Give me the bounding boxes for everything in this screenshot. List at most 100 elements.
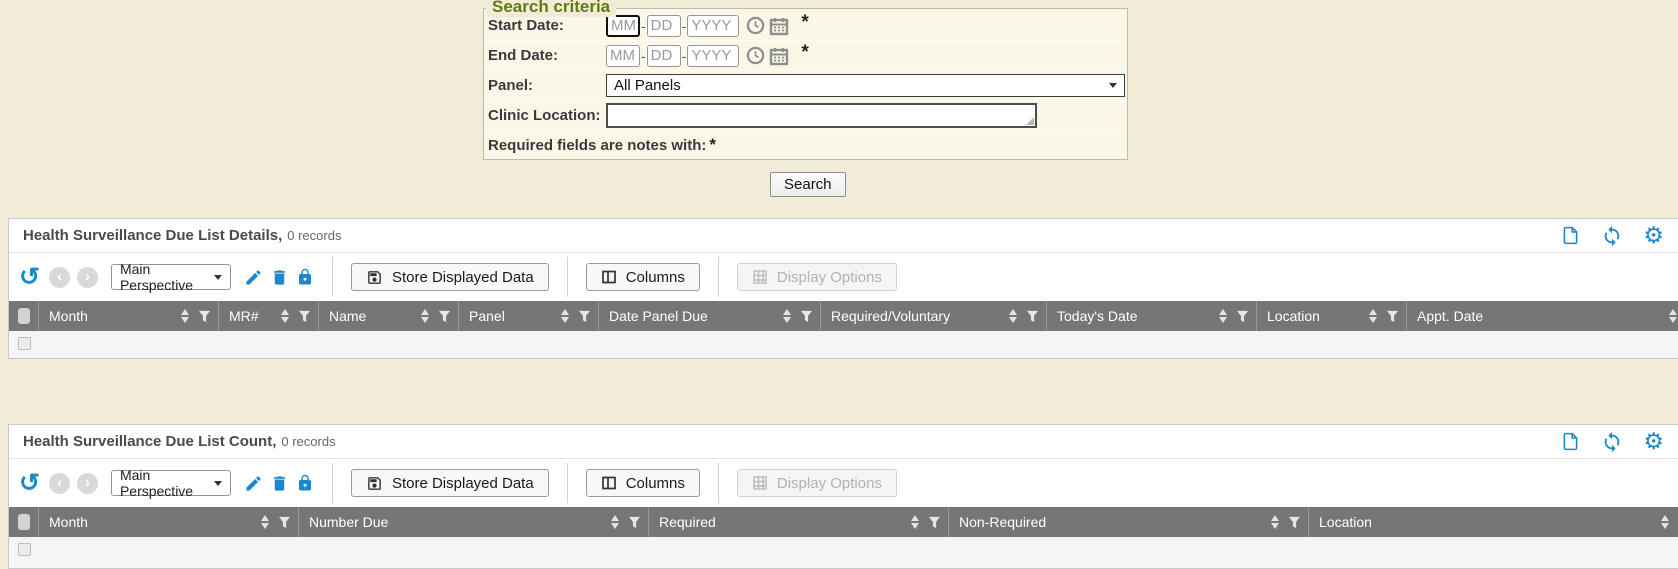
next-perspective-button[interactable]: › bbox=[77, 267, 98, 288]
sort-icon[interactable] bbox=[181, 309, 189, 323]
row-checkbox[interactable] bbox=[18, 543, 31, 556]
previous-perspective-button[interactable]: ‹ bbox=[49, 267, 70, 288]
column-header-month[interactable]: Month bbox=[39, 301, 219, 331]
column-header-number-due[interactable]: Number Due bbox=[299, 507, 649, 537]
clinic-location-label: Clinic Location: bbox=[488, 107, 606, 124]
column-header-location[interactable]: Location bbox=[1257, 301, 1407, 331]
undo-icon[interactable]: ↺ bbox=[19, 265, 40, 290]
perspective-value: Main Perspective bbox=[120, 467, 214, 499]
end-date-year-input[interactable] bbox=[687, 45, 739, 67]
sort-icon[interactable] bbox=[1661, 515, 1669, 529]
sort-icon[interactable] bbox=[1271, 515, 1279, 529]
display-options-button[interactable]: Display Options bbox=[737, 469, 897, 497]
column-header-appt-date[interactable]: Appt. Date bbox=[1407, 301, 1678, 331]
filter-icon[interactable] bbox=[1236, 310, 1249, 323]
gear-icon[interactable]: ⚙ bbox=[1643, 224, 1664, 247]
select-all-checkbox[interactable] bbox=[18, 514, 30, 530]
filter-icon[interactable] bbox=[198, 310, 211, 323]
panel-row: Panel: All Panels bbox=[484, 71, 1127, 101]
sort-icon[interactable] bbox=[911, 515, 919, 529]
refresh-icon[interactable] bbox=[1601, 431, 1623, 453]
start-date-month-input[interactable] bbox=[606, 15, 640, 37]
filter-icon[interactable] bbox=[438, 310, 451, 323]
new-document-icon[interactable] bbox=[1560, 225, 1581, 246]
sort-icon[interactable] bbox=[1669, 309, 1677, 323]
end-date-day-input[interactable] bbox=[647, 45, 681, 67]
due-list-count-section: Health Surveillance Due List Count, 0 re… bbox=[8, 424, 1678, 569]
sort-icon[interactable] bbox=[261, 515, 269, 529]
grid-icon bbox=[752, 475, 768, 491]
chevron-down-icon bbox=[214, 275, 222, 280]
edit-perspective-icon[interactable] bbox=[244, 268, 263, 287]
filter-icon[interactable] bbox=[1288, 516, 1301, 529]
start-date-label: Start Date: bbox=[488, 17, 606, 34]
calendar-icon[interactable] bbox=[769, 16, 789, 36]
sort-icon[interactable] bbox=[561, 309, 569, 323]
column-header-mr#[interactable]: MR# bbox=[219, 301, 319, 331]
filter-icon[interactable] bbox=[1386, 310, 1399, 323]
column-header-name[interactable]: Name bbox=[319, 301, 459, 331]
start-date-year-input[interactable] bbox=[687, 15, 739, 37]
end-date-label: End Date: bbox=[488, 47, 606, 64]
lock-perspective-icon[interactable] bbox=[296, 474, 314, 492]
sort-icon[interactable] bbox=[1009, 309, 1017, 323]
display-options-button[interactable]: Display Options bbox=[737, 263, 897, 291]
filter-icon[interactable] bbox=[928, 516, 941, 529]
row-checkbox[interactable] bbox=[18, 337, 31, 350]
select-all-checkbox[interactable] bbox=[18, 308, 30, 324]
perspective-select[interactable]: Main Perspective bbox=[111, 470, 231, 496]
perspective-value: Main Perspective bbox=[120, 261, 214, 293]
sort-icon[interactable] bbox=[421, 309, 429, 323]
perspective-select[interactable]: Main Perspective bbox=[111, 264, 231, 290]
column-header-required[interactable]: Required bbox=[649, 507, 949, 537]
delete-perspective-icon[interactable] bbox=[270, 268, 289, 287]
panel-select[interactable]: All Panels bbox=[606, 74, 1125, 97]
new-document-icon[interactable] bbox=[1560, 431, 1581, 452]
count-table-header: MonthNumber DueRequiredNon-RequiredLocat… bbox=[9, 507, 1678, 537]
filter-icon[interactable] bbox=[278, 516, 291, 529]
column-header-non-required[interactable]: Non-Required bbox=[949, 507, 1309, 537]
search-button[interactable]: Search bbox=[770, 172, 846, 197]
start-date-day-input[interactable] bbox=[647, 15, 681, 37]
records-count: 0 records bbox=[281, 434, 335, 449]
filter-icon[interactable] bbox=[1026, 310, 1039, 323]
sort-icon[interactable] bbox=[1369, 309, 1377, 323]
clock-icon[interactable] bbox=[746, 46, 765, 65]
column-header-date-panel-due[interactable]: Date Panel Due bbox=[599, 301, 821, 331]
lock-perspective-icon[interactable] bbox=[296, 268, 314, 286]
required-note-marker: * bbox=[709, 135, 716, 155]
undo-icon[interactable]: ↺ bbox=[19, 471, 40, 496]
column-header-panel[interactable]: Panel bbox=[459, 301, 599, 331]
column-header-required-voluntary[interactable]: Required/Voluntary bbox=[821, 301, 1047, 331]
resize-grip-icon bbox=[1026, 117, 1034, 125]
previous-perspective-button[interactable]: ‹ bbox=[49, 473, 70, 494]
columns-button[interactable]: Columns bbox=[586, 263, 700, 291]
columns-button[interactable]: Columns bbox=[586, 469, 700, 497]
store-displayed-data-button[interactable]: Store Displayed Data bbox=[351, 469, 549, 497]
clock-icon[interactable] bbox=[746, 16, 765, 35]
filter-icon[interactable] bbox=[628, 516, 641, 529]
store-displayed-data-button[interactable]: Store Displayed Data bbox=[351, 263, 549, 291]
delete-perspective-icon[interactable] bbox=[270, 474, 289, 493]
calendar-icon[interactable] bbox=[769, 46, 789, 66]
column-header-location[interactable]: Location bbox=[1309, 507, 1678, 537]
section-title: Health Surveillance Due List Count, bbox=[23, 433, 276, 450]
filter-icon[interactable] bbox=[298, 310, 311, 323]
sort-icon[interactable] bbox=[281, 309, 289, 323]
search-criteria-panel: Search criteria Start Date: - - * End Da… bbox=[483, 8, 1128, 160]
filter-icon[interactable] bbox=[578, 310, 591, 323]
sort-icon[interactable] bbox=[783, 309, 791, 323]
column-header-today-s-date[interactable]: Today's Date bbox=[1047, 301, 1257, 331]
edit-perspective-icon[interactable] bbox=[244, 474, 263, 493]
end-date-month-input[interactable] bbox=[606, 45, 640, 67]
filter-icon[interactable] bbox=[800, 310, 813, 323]
search-criteria-title: Search criteria bbox=[486, 0, 616, 17]
next-perspective-button[interactable]: › bbox=[77, 473, 98, 494]
sort-icon[interactable] bbox=[611, 515, 619, 529]
count-empty-row bbox=[9, 537, 1678, 569]
column-header-month[interactable]: Month bbox=[39, 507, 299, 537]
clinic-location-input[interactable] bbox=[606, 103, 1037, 128]
sort-icon[interactable] bbox=[1219, 309, 1227, 323]
refresh-icon[interactable] bbox=[1601, 225, 1623, 247]
gear-icon[interactable]: ⚙ bbox=[1643, 430, 1664, 453]
